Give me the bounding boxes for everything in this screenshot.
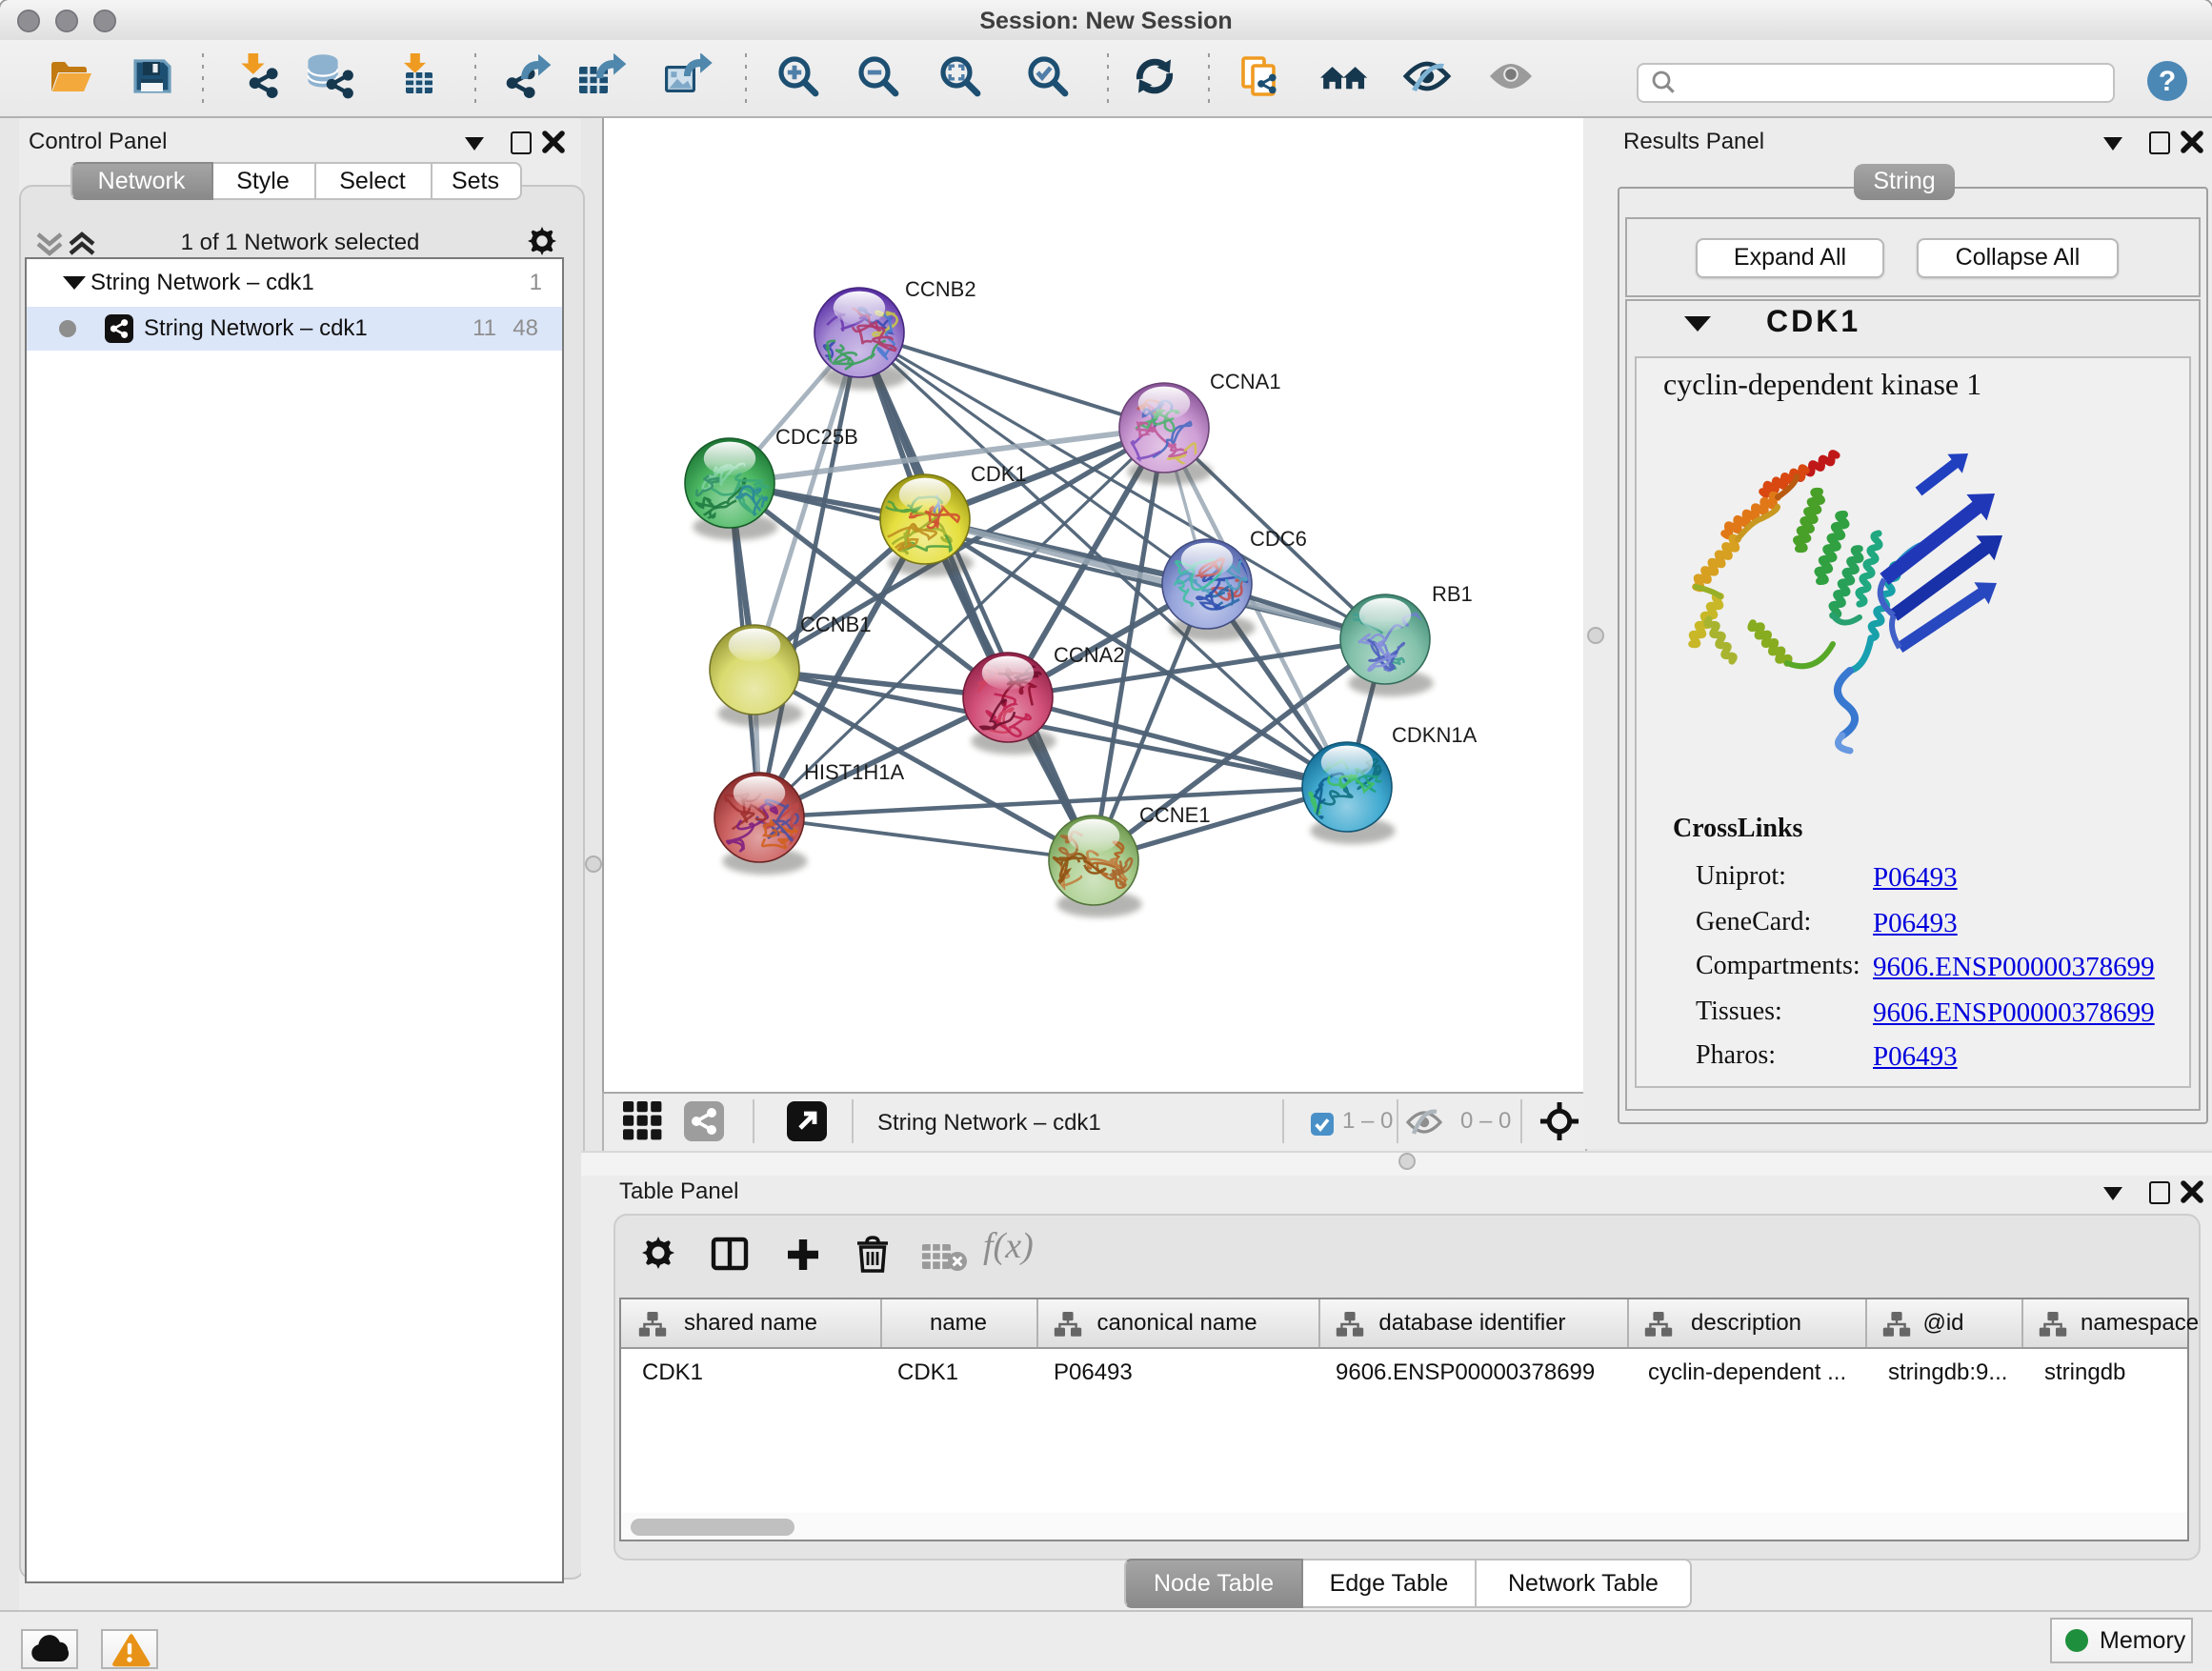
svg-text:CDKN1A: CDKN1A	[1392, 723, 1478, 747]
svg-text:CCNB1: CCNB1	[800, 613, 872, 636]
svg-text:CCNA1: CCNA1	[1210, 370, 1281, 393]
svg-text:RB1: RB1	[1432, 582, 1473, 606]
svg-text:CCNA2: CCNA2	[1054, 643, 1125, 667]
svg-text:CDC25B: CDC25B	[775, 425, 858, 449]
svg-text:CCNE1: CCNE1	[1139, 803, 1211, 827]
svg-text:CCNB2: CCNB2	[905, 277, 976, 301]
svg-text:HIST1H1A: HIST1H1A	[804, 760, 904, 784]
svg-text:CDK1: CDK1	[971, 462, 1027, 486]
svg-text:CDC6: CDC6	[1250, 527, 1307, 551]
